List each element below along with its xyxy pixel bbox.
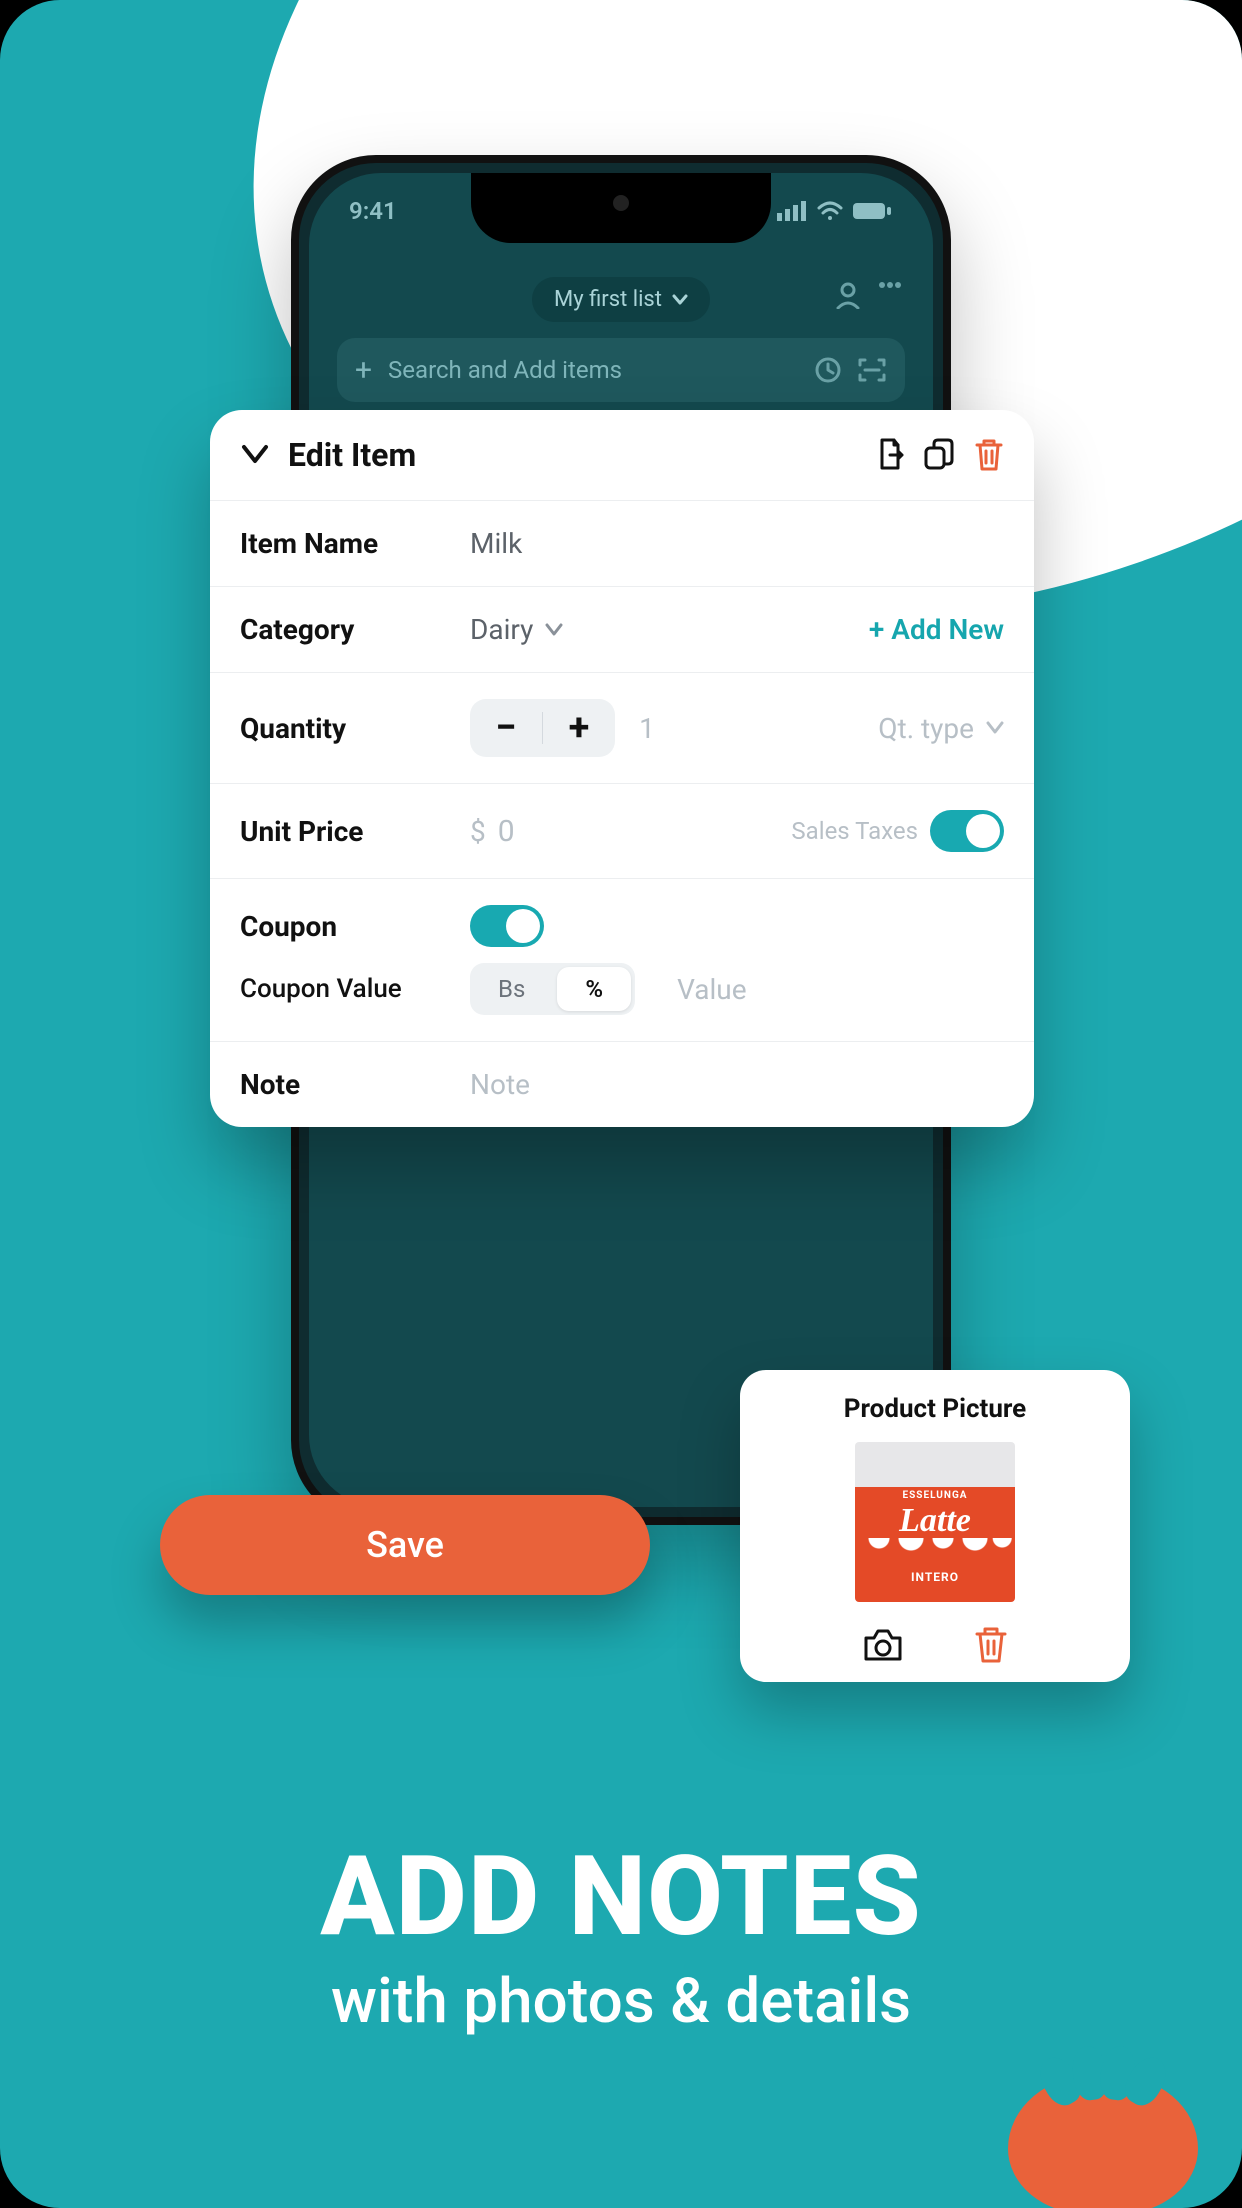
note-label: Note — [240, 1068, 470, 1101]
search-bar[interactable]: + Search and Add items — [337, 338, 905, 402]
category-label: Category — [240, 613, 470, 646]
qty-type-placeholder[interactable]: Qt. type — [878, 712, 974, 745]
camera-icon[interactable] — [862, 1626, 904, 1664]
trash-icon[interactable] — [974, 1626, 1008, 1664]
coupon-label: Coupon — [240, 910, 470, 943]
plus-icon: + — [355, 353, 372, 388]
coupon-seg-percent[interactable]: % — [557, 967, 631, 1011]
battery-icon — [853, 201, 893, 221]
item-name-value[interactable]: Milk — [470, 527, 522, 560]
row-coupon: Coupon — [210, 879, 1034, 963]
app-stage: 9:41 My first list + Sea — [0, 0, 1242, 2208]
coupon-value-placeholder[interactable]: Value — [677, 973, 747, 1006]
clock-icon[interactable] — [815, 357, 841, 383]
row-quantity: Quantity − + 1 Qt. type — [210, 673, 1034, 784]
list-selector[interactable]: My first list — [532, 277, 710, 322]
phone-header: My first list — [309, 263, 933, 322]
add-new-category[interactable]: + Add New — [869, 613, 1004, 646]
tomato-illustration — [1008, 2044, 1198, 2208]
save-button[interactable]: Save — [160, 1495, 650, 1595]
category-value[interactable]: Dairy — [470, 613, 533, 646]
chevron-down-icon[interactable] — [986, 721, 1004, 735]
product-brand: ESSELUNGA — [855, 1490, 1015, 1501]
note-placeholder[interactable]: Note — [470, 1068, 530, 1101]
product-picture-card: Product Picture ESSELUNGA Latte INTERO — [740, 1370, 1130, 1682]
card-header: Edit Item — [210, 410, 1034, 501]
product-name: Latte — [855, 1502, 1015, 1540]
currency-symbol: $ — [470, 815, 486, 848]
edit-item-card: Edit Item Item Name Milk Category Dairy … — [210, 410, 1034, 1127]
item-name-label: Item Name — [240, 527, 470, 560]
quantity-value[interactable]: 1 — [627, 712, 667, 745]
user-icon[interactable] — [835, 281, 861, 309]
search-placeholder: Search and Add items — [388, 356, 622, 384]
sales-taxes-label: Sales Taxes — [791, 817, 918, 845]
row-category: Category Dairy + Add New — [210, 587, 1034, 673]
copy-icon[interactable] — [922, 438, 956, 472]
product-picture-title: Product Picture — [764, 1394, 1106, 1424]
quantity-label: Quantity — [240, 712, 470, 745]
trash-icon[interactable] — [974, 438, 1004, 472]
coupon-toggle[interactable] — [470, 905, 544, 947]
hero-subtitle: with photos & details — [0, 1965, 1242, 2038]
status-time: 9:41 — [349, 197, 397, 225]
save-button-label: Save — [366, 1524, 444, 1566]
row-item-name: Item Name Milk — [210, 501, 1034, 587]
row-unit-price: Unit Price $ 0 Sales Taxes — [210, 784, 1034, 879]
product-image[interactable]: ESSELUNGA Latte INTERO — [855, 1442, 1015, 1602]
wifi-icon — [817, 201, 843, 221]
product-variant: INTERO — [855, 1570, 1015, 1584]
chevron-down-icon — [672, 294, 688, 306]
signal-icon — [777, 201, 807, 221]
barcode-scan-icon[interactable] — [857, 357, 887, 383]
phone-notch — [471, 173, 771, 243]
qty-minus-button[interactable]: − — [470, 699, 542, 757]
card-title: Edit Item — [288, 436, 416, 474]
export-icon[interactable] — [872, 438, 904, 472]
list-name: My first list — [554, 287, 662, 312]
quantity-stepper: − + — [470, 699, 615, 757]
unit-price-label: Unit Price — [240, 815, 470, 848]
hero-title: ADD NOTES — [0, 1832, 1242, 1961]
row-note: Note Note — [210, 1042, 1034, 1127]
qty-plus-button[interactable]: + — [543, 699, 615, 757]
chevron-down-icon[interactable] — [240, 443, 270, 467]
more-icon[interactable] — [879, 281, 901, 289]
row-coupon-value: Coupon Value Bs % Value — [210, 963, 1034, 1041]
coupon-value-label: Coupon Value — [240, 974, 470, 1004]
coupon-seg-bs[interactable]: Bs — [470, 963, 553, 1015]
chevron-down-icon[interactable] — [545, 623, 563, 637]
coupon-type-segment: Bs % — [470, 963, 635, 1015]
unit-price-value[interactable]: 0 — [498, 814, 515, 849]
hero-text: ADD NOTES with photos & details — [0, 1832, 1242, 2038]
sales-taxes-toggle[interactable] — [930, 810, 1004, 852]
